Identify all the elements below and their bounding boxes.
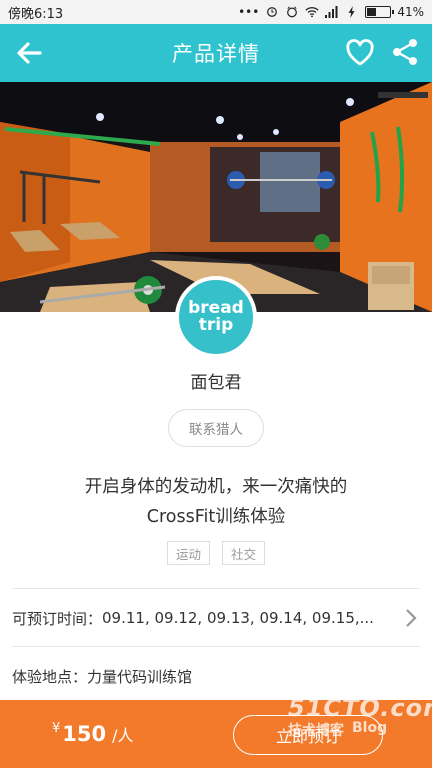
price-currency: ¥	[52, 721, 61, 736]
wifi-icon	[305, 7, 319, 18]
battery-icon	[365, 6, 395, 18]
booking-label: 可预订时间：	[12, 609, 103, 628]
tag-list: 运动 社交	[0, 541, 432, 565]
heart-icon[interactable]	[344, 37, 376, 69]
status-time: 傍晚6:13	[8, 6, 64, 22]
battery-percent: 41%	[397, 5, 424, 19]
app-header: 产品详情	[0, 24, 432, 82]
divider	[12, 588, 420, 589]
host-name: 面包君	[190, 373, 242, 393]
share-icon[interactable]	[390, 37, 420, 67]
clock-icon	[287, 6, 298, 18]
chevron-right-icon	[406, 609, 417, 627]
avatar-logo-line2: trip	[198, 315, 234, 335]
watermark-blog-cn: 技术博客	[288, 723, 344, 739]
arrow-left-icon[interactable]	[14, 38, 44, 68]
status-bar: 傍晚6:13 ••• 41%	[0, 0, 432, 24]
product-title: 开启身体的发动机，来一次痛快的 CrossFit训练体验	[30, 472, 402, 532]
page-title: 产品详情	[172, 42, 260, 66]
watermark-line1: 51CTO.com	[288, 694, 432, 722]
signal-icon	[325, 6, 338, 18]
watermark-blog-en: Blog	[352, 720, 388, 736]
watermark-line2: 技术博客 Blog	[288, 720, 418, 740]
location-label: 体验地点：力量代码训练馆	[12, 668, 193, 686]
tag-sport[interactable]: 运动	[166, 541, 210, 565]
host-avatar[interactable]: bread trip	[175, 276, 257, 358]
booking-dates: 09.11, 09.12, 09.13, 09.14, 09.15,...	[102, 609, 374, 627]
price-unit: /人	[112, 726, 134, 745]
dots-icon: •••	[238, 5, 260, 19]
divider	[12, 646, 420, 647]
watermark: 51CTO.com 技术博客 Blog	[288, 694, 432, 750]
booking-dates-row[interactable]: 可预订时间： 09.11, 09.12, 09.13, 09.14, 09.15…	[0, 590, 432, 646]
price-value: 150	[62, 722, 107, 746]
product-title-line1: 开启身体的发动机，来一次痛快的	[84, 477, 348, 497]
contact-host-button[interactable]: 联系猎人	[168, 409, 264, 447]
alarm-icon	[267, 7, 278, 17]
price: ¥ 150 /人	[52, 721, 134, 746]
charging-icon	[348, 6, 355, 18]
product-title-line2: CrossFit训练体验	[146, 507, 286, 527]
status-icons: ••• 41%	[238, 5, 424, 19]
tag-social[interactable]: 社交	[222, 541, 266, 565]
